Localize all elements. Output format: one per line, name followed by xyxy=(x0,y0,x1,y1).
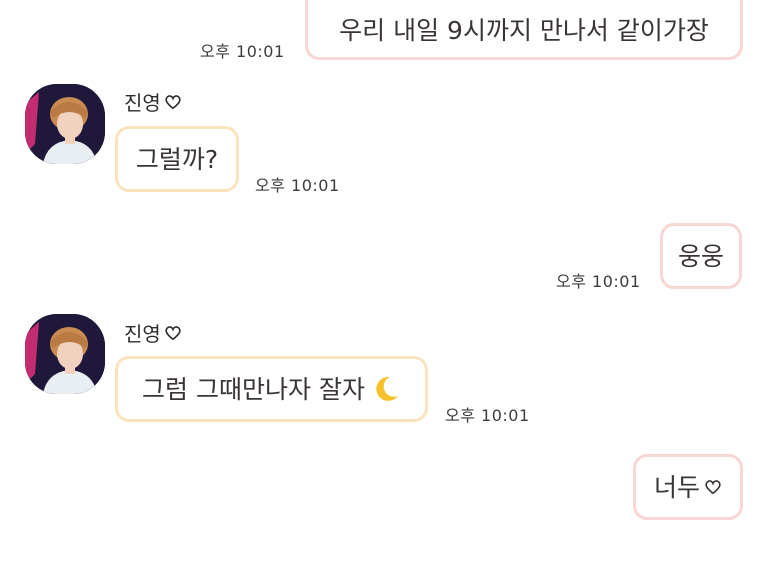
message-text: 웅웅 xyxy=(677,241,724,271)
contact-name-text: 진영 xyxy=(124,91,161,115)
avatar-photo xyxy=(25,84,105,164)
message-bubble-sent[interactable]: 웅웅 xyxy=(660,223,742,289)
message-bubble-received[interactable]: 그럼 그때만나자 잘자 xyxy=(115,356,428,422)
contact-name-text: 진영 xyxy=(124,322,161,346)
message-timestamp: 오후 10:01 xyxy=(556,272,641,291)
heart-icon xyxy=(165,325,181,340)
message-text: 그럴까? xyxy=(135,144,219,174)
contact-avatar[interactable] xyxy=(25,84,105,164)
message-bubble-sent[interactable]: 너두 xyxy=(633,454,743,520)
message-text: 그럼 그때만나자 잘자 xyxy=(142,374,365,404)
message-bubble-sent[interactable]: 우리 내일 9시까지 만나서 같이가장 xyxy=(305,0,743,60)
crescent-moon-icon xyxy=(376,376,398,401)
message-timestamp: 오후 10:01 xyxy=(200,42,285,61)
heart-icon xyxy=(705,480,721,495)
message-text: 우리 내일 9시까지 만나서 같이가장 xyxy=(339,15,709,45)
contact-avatar[interactable] xyxy=(25,314,105,394)
message-timestamp: 오후 10:01 xyxy=(255,176,340,195)
message-text: 너두 xyxy=(653,472,700,502)
avatar-photo xyxy=(25,314,105,394)
message-timestamp: 오후 10:01 xyxy=(445,406,530,425)
contact-name: 진영 xyxy=(124,87,182,116)
contact-name: 진영 xyxy=(124,318,182,347)
heart-icon xyxy=(165,94,181,109)
message-bubble-received[interactable]: 그럴까? xyxy=(115,126,239,192)
